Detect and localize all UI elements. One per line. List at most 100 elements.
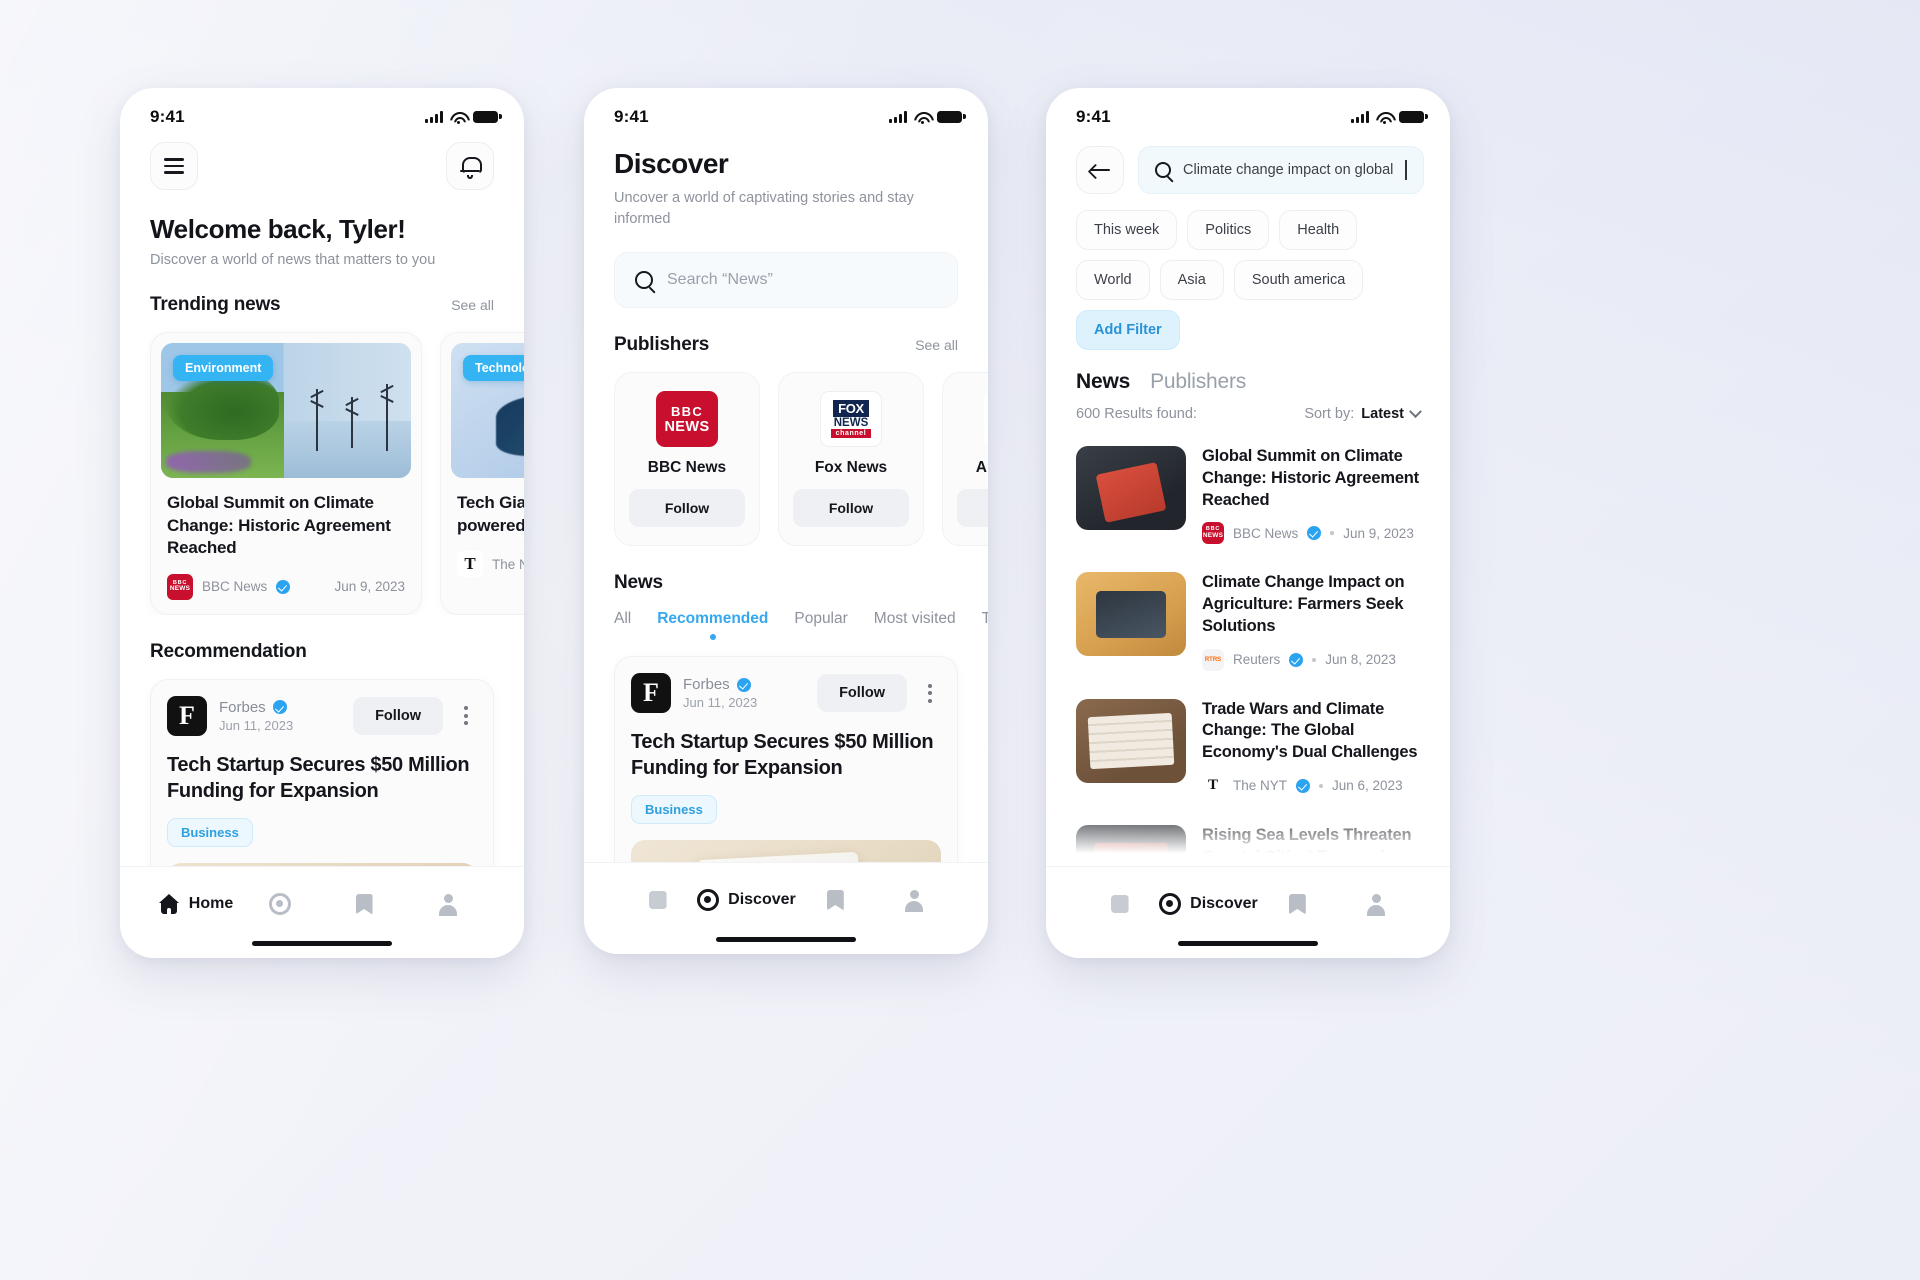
result-thumbnail	[1076, 824, 1186, 866]
search-placeholder: Search “News”	[667, 271, 773, 289]
result-item[interactable]: Rising Sea Levels Threaten Coastal Citie…	[1076, 811, 1420, 866]
tab-profile[interactable]	[406, 887, 490, 921]
result-item[interactable]: Climate Change Impact on Agriculture: Fa…	[1076, 558, 1420, 684]
publish-date: Jun 8, 2023	[1325, 652, 1396, 668]
tab-discover[interactable]	[238, 887, 322, 921]
tab-bookmarks[interactable]	[322, 887, 406, 921]
tab-news[interactable]: News	[1076, 370, 1130, 394]
result-item[interactable]: Trade Wars and Climate Change: The Globa…	[1076, 685, 1420, 811]
follow-button[interactable]: Follow	[793, 489, 909, 528]
tab-all[interactable]: All	[614, 610, 631, 640]
tab-discover-label: Discover	[728, 891, 796, 908]
publisher-card[interactable]: FOX NEWS channel Fox News Follow	[778, 372, 924, 547]
home-indicator	[252, 940, 392, 946]
bbc-news-logo: BBC NEWS	[167, 573, 193, 600]
wifi-icon	[450, 111, 466, 124]
publishers-heading: Publishers	[614, 334, 710, 356]
news-filter-tabs[interactable]: All Recommended Popular Most visited Tre…	[584, 594, 988, 640]
tab-home[interactable]	[1080, 887, 1159, 921]
publisher-group: BBC NEWS BBC News	[167, 573, 291, 600]
filter-chips[interactable]: This week Politics Health World Asia Sou…	[1046, 194, 1450, 350]
hamburger-menu-button[interactable]	[150, 142, 198, 190]
more-options-icon[interactable]	[455, 706, 477, 726]
cellular-signal-icon	[889, 111, 907, 123]
publisher-card[interactable]: abcNEWS ABC News Follow	[942, 372, 988, 547]
tab-home[interactable]	[618, 883, 697, 917]
filter-chip-this-week[interactable]: This week	[1076, 210, 1178, 250]
notification-button[interactable]	[446, 142, 494, 190]
home-scroll[interactable]: Welcome back, Tyler! Discover a world of…	[120, 134, 524, 866]
search-input[interactable]: Climate change impact on global econ	[1138, 146, 1424, 194]
verified-badge-icon	[736, 677, 751, 692]
trending-carousel[interactable]: Environment Global Summit on Climate Cha…	[120, 316, 524, 615]
tab-popular[interactable]: Popular	[794, 610, 847, 640]
publish-date: Jun 11, 2023	[683, 695, 758, 711]
filter-chip-health[interactable]: Health	[1279, 210, 1358, 250]
bottom-tabbar: Home	[120, 866, 524, 958]
filter-chip-world[interactable]: World	[1076, 260, 1150, 300]
trending-card[interactable]: Environment Global Summit on Climate Cha…	[150, 332, 422, 615]
filter-chip-south-america[interactable]: South america	[1233, 260, 1364, 300]
status-bar: 9:41	[1046, 88, 1450, 134]
trending-see-all-link[interactable]: See all	[451, 297, 494, 313]
bookmark-icon	[826, 889, 844, 911]
tab-profile[interactable]	[1337, 887, 1416, 921]
filter-chip-politics[interactable]: Politics	[1187, 210, 1270, 250]
page-title: Discover	[614, 148, 729, 179]
publisher-name: ABC News	[975, 459, 988, 477]
tab-profile[interactable]	[875, 883, 954, 917]
tab-publishers[interactable]: Publishers	[1150, 370, 1246, 394]
page-subtitle: Uncover a world of captivating stories a…	[614, 190, 914, 228]
publisher-name: BBC News	[1233, 525, 1299, 541]
tab-home[interactable]: Home	[154, 887, 238, 921]
search-input[interactable]: Search “News”	[614, 252, 958, 309]
result-item[interactable]: Global Summit on Climate Change: Histori…	[1076, 432, 1420, 558]
recommendation-card-header: F Forbes Jun 11, 2023 Follow	[167, 695, 477, 736]
news-card[interactable]: F Forbes Jun 11, 2023 Follow Tech Startu…	[614, 656, 958, 862]
news-card-header: F Forbes Jun 11, 2023 Follow	[631, 673, 941, 714]
home-indicator	[716, 936, 856, 942]
tab-discover[interactable]: Discover	[1159, 887, 1258, 921]
results-tabs[interactable]: News Publishers	[1046, 350, 1450, 394]
verified-badge-icon	[1307, 526, 1322, 541]
separator-dot	[1330, 531, 1335, 536]
fox-news-logo: FOX NEWS channel	[820, 391, 882, 448]
tab-trending[interactable]: Trending	[982, 610, 988, 640]
follow-button[interactable]: Follow	[629, 489, 745, 528]
back-button[interactable]	[1076, 146, 1124, 194]
tab-bookmarks[interactable]	[1258, 887, 1337, 921]
follow-button[interactable]: Follow	[353, 696, 443, 735]
status-bar: 9:41	[584, 88, 988, 134]
trending-card-image: Technology	[451, 343, 524, 478]
tab-bookmarks[interactable]	[796, 883, 875, 917]
nyt-logo: T	[457, 551, 483, 578]
bookmark-icon	[1288, 893, 1306, 915]
hamburger-menu-icon	[164, 158, 184, 174]
compass-icon	[1159, 893, 1182, 915]
discover-scroll[interactable]: Discover Uncover a world of captivating …	[584, 134, 988, 862]
welcome-subtitle: Discover a world of news that matters to…	[150, 252, 436, 268]
tab-discover[interactable]: Discover	[697, 883, 796, 917]
publisher-line: Forbes	[683, 676, 805, 693]
more-options-icon[interactable]	[919, 683, 941, 703]
verified-badge-icon	[276, 579, 291, 594]
recommendation-card[interactable]: F Forbes Jun 11, 2023 Follow Tech Startu…	[150, 678, 494, 866]
home-indicator	[1178, 940, 1318, 946]
add-filter-button[interactable]: Add Filter	[1076, 310, 1180, 350]
follow-button[interactable]: Follow	[817, 674, 907, 713]
filter-chip-asia[interactable]: Asia	[1159, 260, 1224, 300]
search-scroll[interactable]: Climate change impact on global econ Thi…	[1046, 134, 1450, 866]
tab-most-visited[interactable]: Most visited	[874, 610, 956, 640]
trending-card[interactable]: Technology Tech Giants Unveil AI-powered…	[440, 332, 524, 615]
publishers-see-all-link[interactable]: See all	[915, 337, 958, 353]
tab-recommended[interactable]: Recommended	[657, 610, 768, 640]
publisher-card[interactable]: BBC NEWS BBC News Follow	[614, 372, 760, 547]
publisher-block: Forbes Jun 11, 2023	[683, 676, 805, 710]
reuters-logo: RTRS	[1202, 648, 1224, 671]
follow-button[interactable]: Follow	[957, 489, 988, 528]
sort-dropdown[interactable]: Sort by: Latest	[1304, 404, 1422, 422]
publishers-carousel[interactable]: BBC NEWS BBC News Follow FOX NEWS channel F…	[584, 356, 988, 547]
result-title: Climate Change Impact on Agriculture: Fa…	[1202, 573, 1405, 635]
battery-icon	[937, 110, 966, 124]
result-thumbnail	[1076, 446, 1186, 530]
